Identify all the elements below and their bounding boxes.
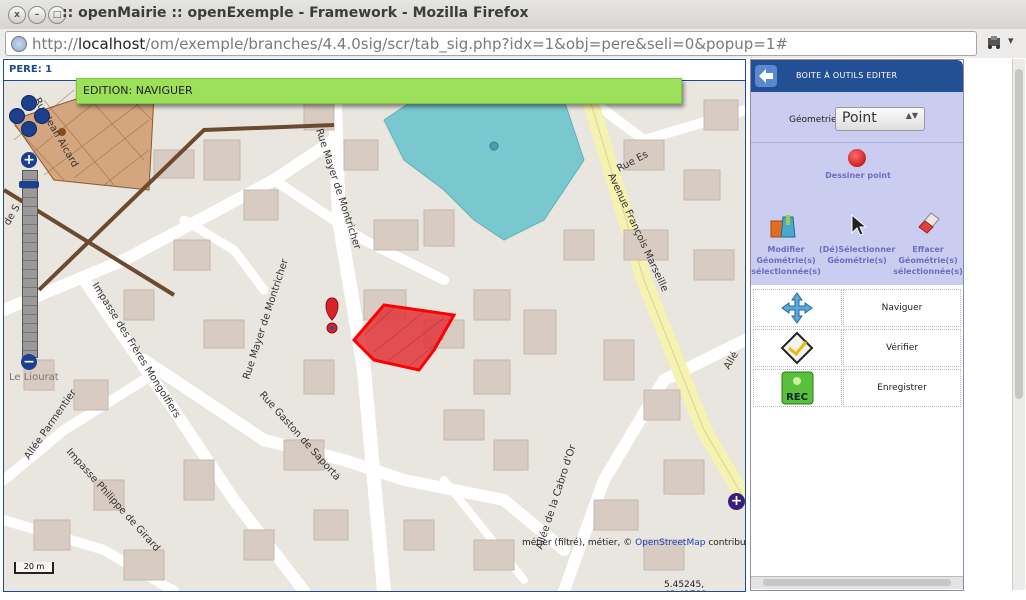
edition-mode-banner: EDITION: NAVIGUER: [76, 78, 682, 104]
browser-navigation-bar: http://localhost/om/exemple/branches/4.4…: [0, 29, 1026, 59]
action-row-verify[interactable]: Vérifier: [751, 329, 963, 367]
url-bar[interactable]: http://localhost/om/exemple/branches/4.4…: [5, 31, 977, 56]
zoom-out-button[interactable]: −: [21, 354, 37, 370]
draw-point-icon[interactable]: [848, 149, 866, 167]
toolbox-header: BOITE À OUTILS EDITER: [751, 60, 963, 92]
water-point-marker: [489, 141, 499, 151]
addon-icon[interactable]: [986, 35, 1002, 49]
rec-icon[interactable]: REC: [753, 369, 842, 407]
globe-icon: [11, 36, 27, 52]
record-title: PERE: 1: [9, 64, 53, 75]
minimize-window-button[interactable]: –: [28, 6, 46, 24]
zoom-bar[interactable]: [22, 170, 38, 358]
verify-label[interactable]: Vérifier: [843, 329, 961, 367]
select-arrows-icon: ▲▼: [905, 111, 918, 120]
edit-tools-zone: Dessiner point Modifier Géométrie(s) sél…: [751, 143, 963, 285]
draw-point-button[interactable]: Dessiner point: [813, 170, 903, 181]
pan-down-button[interactable]: [21, 121, 37, 137]
page-content: PERE: 1 EDITION: NAVIGUER Rue Jean Aicar…: [0, 58, 1026, 600]
navigate-arrows-icon[interactable]: [753, 289, 842, 327]
map-frame[interactable]: PERE: 1 EDITION: NAVIGUER Rue Jean Aicar…: [3, 59, 746, 592]
zoom-in-button[interactable]: +: [21, 152, 37, 168]
page-vertical-scrollbar[interactable]: [1012, 59, 1025, 590]
close-window-button[interactable]: x: [8, 6, 26, 24]
action-row-save[interactable]: REC Enregistrer: [751, 369, 963, 407]
toolbox-horizontal-scrollbar[interactable]: [751, 576, 963, 589]
window-title: :: openMairie :: openExemple - Framework…: [62, 5, 529, 21]
navigate-label[interactable]: Naviguer: [843, 289, 961, 327]
check-icon[interactable]: [753, 329, 842, 367]
geometry-select[interactable]: Point ▲▼: [835, 107, 925, 131]
chevron-down-icon[interactable]: ▾: [1008, 34, 1014, 47]
edition-mode-label: EDITION: NAVIGUER: [83, 84, 193, 97]
map-attribution: métier (filtré), métier, © OpenStreetMap…: [522, 538, 746, 548]
geometry-label: Géometrie: [789, 115, 837, 125]
window-title-bar: x – □ :: openMairie :: openExemple - Fra…: [0, 0, 1026, 30]
modify-geometry-button[interactable]: Modifier Géométrie(s) sélectionnée(s): [751, 244, 821, 277]
action-row-navigate[interactable]: Naviguer: [751, 289, 963, 327]
geometry-zone: Géometrie Point ▲▼: [751, 92, 963, 143]
toolbox-title: BOITE À OUTILS EDITER: [796, 71, 898, 80]
pan-up-button[interactable]: [21, 95, 37, 111]
url-text[interactable]: http://localhost/om/exemple/branches/4.4…: [32, 35, 788, 53]
layer-switcher-button[interactable]: +: [728, 493, 745, 510]
map-scale-bar: 20 m: [14, 562, 54, 574]
erase-geometry-button[interactable]: Effacer Géométrie(s) sélectionnée(s): [893, 244, 963, 277]
place-label: Le Liourat: [9, 372, 59, 383]
svg-text:REC: REC: [786, 392, 808, 403]
zoom-slider-handle[interactable]: [19, 181, 39, 188]
toolbox-panel: BOITE À OUTILS EDITER Géometrie Point ▲▼ …: [750, 59, 964, 591]
cursor-select-icon[interactable]: [849, 213, 869, 237]
openstreetmap-link[interactable]: OpenStreetMap: [635, 538, 705, 548]
pan-right-button[interactable]: [34, 108, 50, 124]
pan-left-button[interactable]: [9, 108, 25, 124]
save-label[interactable]: Enregistrer: [843, 369, 961, 407]
modify-geometry-icon[interactable]: [769, 213, 799, 241]
select-geometry-button[interactable]: (Dé)Sélectionner Géométrie(s): [819, 244, 895, 266]
map-canvas[interactable]: Rue Jean Aicard Rue Mayer de Montricher …: [4, 80, 745, 591]
back-arrow-icon[interactable]: [755, 65, 777, 87]
eraser-icon[interactable]: [915, 209, 941, 237]
mouse-coordinates: 5.45245, 43.43782: [664, 580, 707, 591]
